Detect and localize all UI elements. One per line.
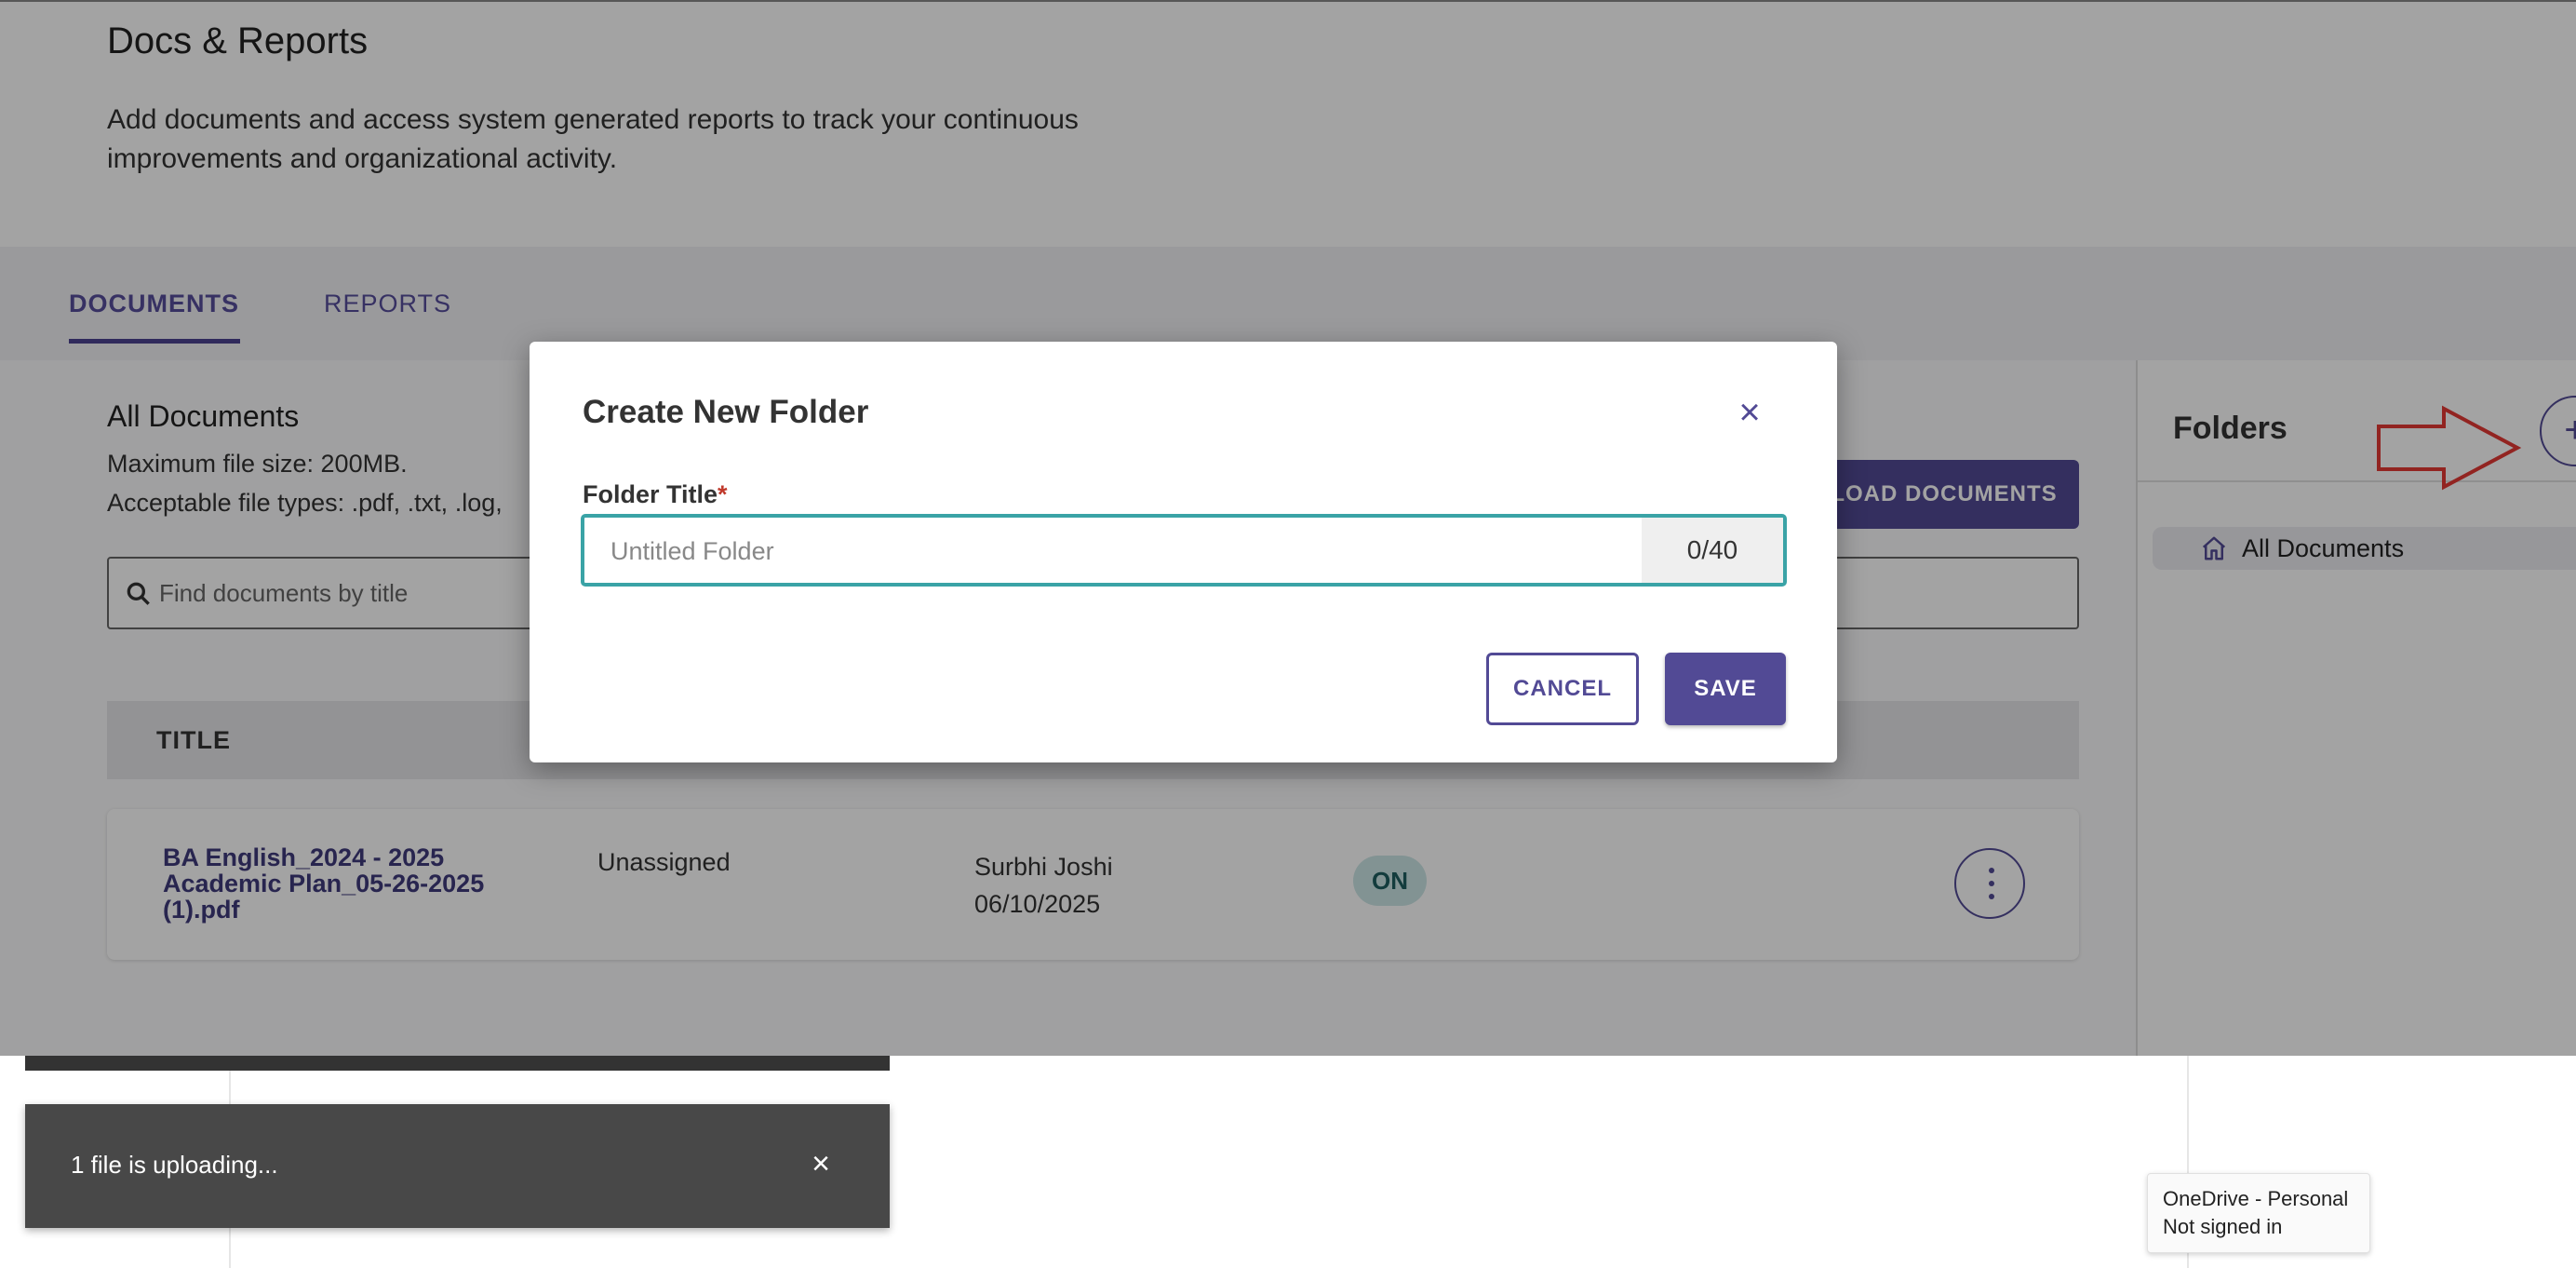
stacked-toast: [25, 1056, 890, 1071]
cancel-button[interactable]: CANCEL: [1486, 653, 1639, 725]
create-folder-dialog: Create New Folder × Folder Title* 0/40 C…: [530, 342, 1837, 762]
folder-title-input[interactable]: [610, 533, 1634, 570]
upload-toast: 1 file is uploading... ×: [25, 1104, 890, 1228]
onedrive-tooltip: OneDrive - Personal Not signed in: [2147, 1173, 2370, 1253]
tooltip-line-2: Not signed in: [2163, 1215, 2283, 1238]
character-counter: 0/40: [1642, 518, 1783, 583]
required-marker: *: [718, 480, 728, 508]
folder-title-label: Folder Title*: [583, 480, 728, 509]
folder-title-field[interactable]: 0/40: [581, 514, 1787, 587]
save-button[interactable]: SAVE: [1665, 653, 1786, 725]
dialog-title: Create New Folder: [583, 394, 869, 430]
folder-title-label-text: Folder Title: [583, 480, 718, 508]
toast-close-icon[interactable]: ×: [802, 1145, 839, 1182]
tooltip-line-1: OneDrive - Personal: [2163, 1187, 2349, 1210]
toast-message: 1 file is uploading...: [71, 1151, 278, 1179]
close-icon[interactable]: ×: [1731, 394, 1768, 431]
